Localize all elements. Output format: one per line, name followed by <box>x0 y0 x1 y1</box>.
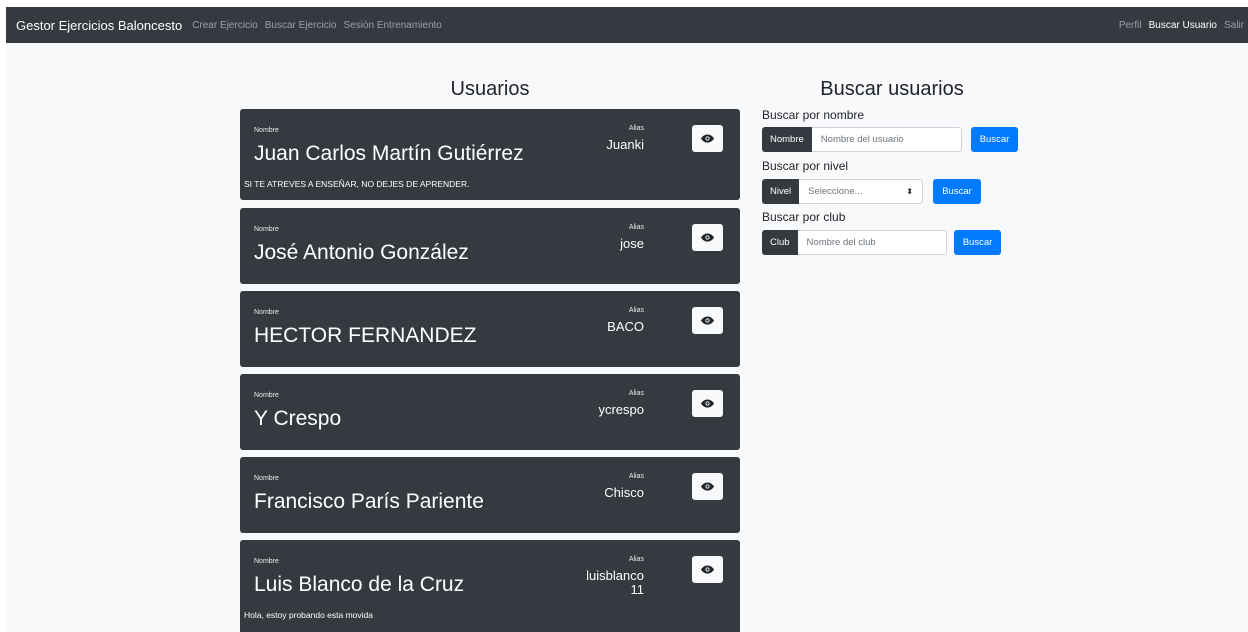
user-name: José Antonio González <box>254 241 469 264</box>
level-prepend: Nivel <box>762 179 800 204</box>
user-card: Nombre Luis Blanco de la Cruz Alias luis… <box>240 540 740 632</box>
user-alias: Juanki <box>606 137 644 152</box>
search-club-group: Club Nombre del club <box>762 230 947 255</box>
user-alias: jose <box>620 236 644 251</box>
user-alias: ycrespo <box>598 402 644 417</box>
nav-buscar-ejercicio[interactable]: Buscar Ejercicio <box>265 20 337 31</box>
eye-icon <box>701 134 714 143</box>
nav-salir[interactable]: Salir <box>1224 20 1244 31</box>
nav-perfil[interactable]: Perfil <box>1119 20 1142 31</box>
name-label: Nombre <box>254 558 279 565</box>
view-user-button[interactable] <box>692 125 723 152</box>
navbar-right: Perfil Buscar Usuario Salir <box>1112 20 1244 31</box>
user-card: Nombre Francisco París Pariente Alias Ch… <box>240 457 740 533</box>
search-name-button[interactable]: Buscar <box>971 127 1018 152</box>
user-card: Nombre José Antonio González Alias jose <box>240 208 740 284</box>
name-label: Nombre <box>254 309 279 316</box>
alias-label: Alias <box>628 556 644 563</box>
search-name-group: Nombre Nombre del usuario <box>762 127 962 152</box>
eye-icon <box>701 565 714 574</box>
brand-link[interactable]: Gestor Ejercicios Baloncesto <box>16 18 182 33</box>
view-user-button[interactable] <box>692 473 723 500</box>
user-card: Nombre Y Crespo Alias ycrespo <box>240 374 740 450</box>
select-arrows-icon: ⬍ <box>906 187 914 196</box>
user-description: Hola, estoy probando esta movida <box>244 610 373 620</box>
level-select[interactable]: Seleccione... ⬍ <box>799 179 924 204</box>
user-card: Nombre HECTOR FERNANDEZ Alias BACO <box>240 291 740 367</box>
search-level-button[interactable]: Buscar <box>933 179 981 204</box>
alias-label: Alias <box>628 307 644 314</box>
user-name: Luis Blanco de la Cruz <box>254 573 465 596</box>
view-user-button[interactable] <box>692 224 723 251</box>
nav-buscar-usuario[interactable]: Buscar Usuario <box>1149 20 1217 31</box>
user-name: Y Crespo <box>254 407 342 430</box>
eye-icon <box>701 482 714 491</box>
users-title: Usuarios <box>450 78 530 100</box>
user-description: SI TE ATREVES A ENSEÑAR, NO DEJES DE APR… <box>244 179 470 189</box>
eye-icon <box>701 316 714 325</box>
alias-label: Alias <box>628 224 644 231</box>
user-alias: luisblanco 11 <box>586 568 644 597</box>
name-label: Nombre <box>254 226 279 233</box>
eye-icon <box>701 233 714 242</box>
view-user-button[interactable] <box>692 390 723 417</box>
level-select-value: Seleccione... <box>808 186 863 197</box>
user-name: Juan Carlos Martín Gutiérrez <box>254 142 524 165</box>
name-label: Nombre <box>254 127 279 134</box>
search-title: Buscar usuarios <box>820 78 964 100</box>
user-name: HECTOR FERNANDEZ <box>254 324 477 347</box>
search-by-level-label: Buscar por nivel <box>762 159 849 173</box>
nav-crear-ejercicio[interactable]: Crear Ejercicio <box>192 20 258 31</box>
alias-label: Alias <box>628 125 644 132</box>
name-prepend: Nombre <box>762 127 812 152</box>
search-club-button[interactable]: Buscar <box>954 230 1001 255</box>
user-alias: Chisco <box>604 485 644 500</box>
search-club-input[interactable]: Nombre del club <box>797 230 947 255</box>
alias-label: Alias <box>628 473 644 480</box>
search-by-name-label: Buscar por nombre <box>762 108 865 122</box>
search-level-group: Nivel Seleccione... ⬍ <box>762 179 924 204</box>
club-prepend: Club <box>762 230 798 255</box>
user-name: Francisco París Pariente <box>254 490 484 513</box>
page-viewport: Gestor Ejercicios Baloncesto Crear Ejerc… <box>6 7 1248 632</box>
name-label: Nombre <box>254 392 279 399</box>
top-navbar: Gestor Ejercicios Baloncesto Crear Ejerc… <box>6 7 1248 43</box>
view-user-button[interactable] <box>692 556 723 583</box>
name-label: Nombre <box>254 475 279 482</box>
user-alias: BACO <box>607 319 644 334</box>
eye-icon <box>701 399 714 408</box>
search-by-club-label: Buscar por club <box>762 210 846 224</box>
user-card: Nombre Juan Carlos Martín Gutiérrez Alia… <box>240 109 740 200</box>
search-name-input[interactable]: Nombre del usuario <box>811 127 962 152</box>
alias-label: Alias <box>628 390 644 397</box>
nav-sesion-entrenamiento[interactable]: Sesión Entrenamiento <box>343 20 441 31</box>
view-user-button[interactable] <box>692 307 723 334</box>
